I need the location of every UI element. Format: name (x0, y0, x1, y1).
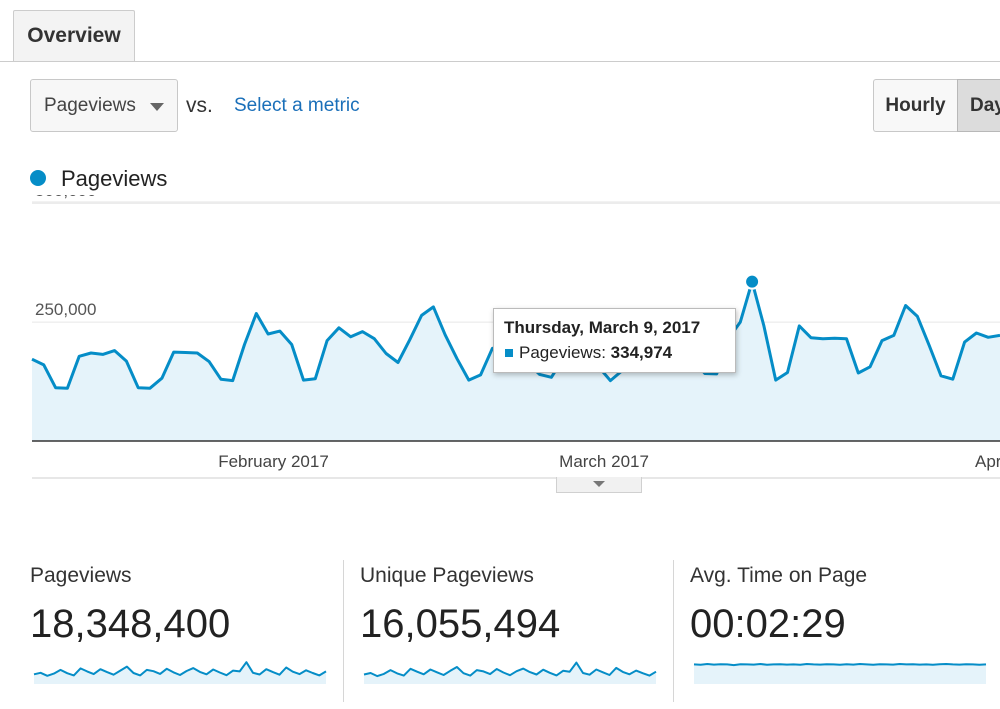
stat-divider (673, 560, 674, 702)
y-tick-label: 500,000 (35, 195, 96, 200)
stat-value: 18,348,400 (30, 602, 231, 646)
tab-bar: Overview (0, 0, 1000, 62)
tab-bar-divider (0, 61, 1000, 62)
tooltip-value: 334,974 (610, 343, 673, 362)
metric-dropdown-value: Pageviews (44, 95, 136, 116)
chevron-down-icon (150, 103, 164, 111)
chart-tooltip: Thursday, March 9, 2017 Pageviews: 334,9… (493, 308, 736, 373)
vs-label: vs. (186, 94, 213, 117)
x-tick-label: March 2017 (559, 452, 649, 471)
highlight-point (744, 273, 761, 290)
sparkline-line (693, 663, 987, 667)
chart-collapse-toggle[interactable] (556, 477, 642, 493)
select-metric-link[interactable]: Select a metric (234, 95, 360, 117)
metric-dropdown[interactable]: Pageviews (30, 79, 178, 132)
tab-overview[interactable]: Overview (13, 10, 135, 62)
tooltip-date: Thursday, March 9, 2017 (504, 318, 701, 337)
stat-label: Pageviews (30, 564, 132, 587)
sparkline (33, 661, 327, 684)
y-tick-label: 250,000 (35, 300, 96, 319)
legend-label[interactable]: Pageviews (61, 166, 167, 192)
tooltip-series-swatch (505, 349, 513, 357)
x-tick-label: Apr (975, 452, 1000, 471)
x-tick-label: February 2017 (218, 452, 329, 471)
stat-avg-time-on-page[interactable]: Avg. Time on Page 00:02:29 (690, 560, 990, 700)
stat-unique-pageviews[interactable]: Unique Pageviews 16,055,494 (360, 560, 660, 700)
chevron-down-icon (593, 481, 605, 487)
legend-dot-icon (30, 170, 46, 186)
sparkline (693, 663, 987, 684)
stat-value: 16,055,494 (360, 602, 561, 646)
sparkline (363, 661, 657, 684)
stat-label: Unique Pageviews (360, 564, 534, 587)
stat-divider (343, 560, 344, 702)
tooltip-series-label: Pageviews: (519, 343, 606, 362)
stat-label: Avg. Time on Page (690, 564, 868, 587)
hourly-button[interactable]: Hourly (873, 79, 957, 132)
stat-pageviews[interactable]: Pageviews 18,348,400 (30, 560, 330, 700)
tooltip-row: Pageviews: 334,974 (519, 343, 672, 363)
day-button[interactable]: Day (957, 79, 1000, 132)
stat-value: 00:02:29 (690, 602, 846, 646)
sparkline-area (694, 664, 986, 684)
